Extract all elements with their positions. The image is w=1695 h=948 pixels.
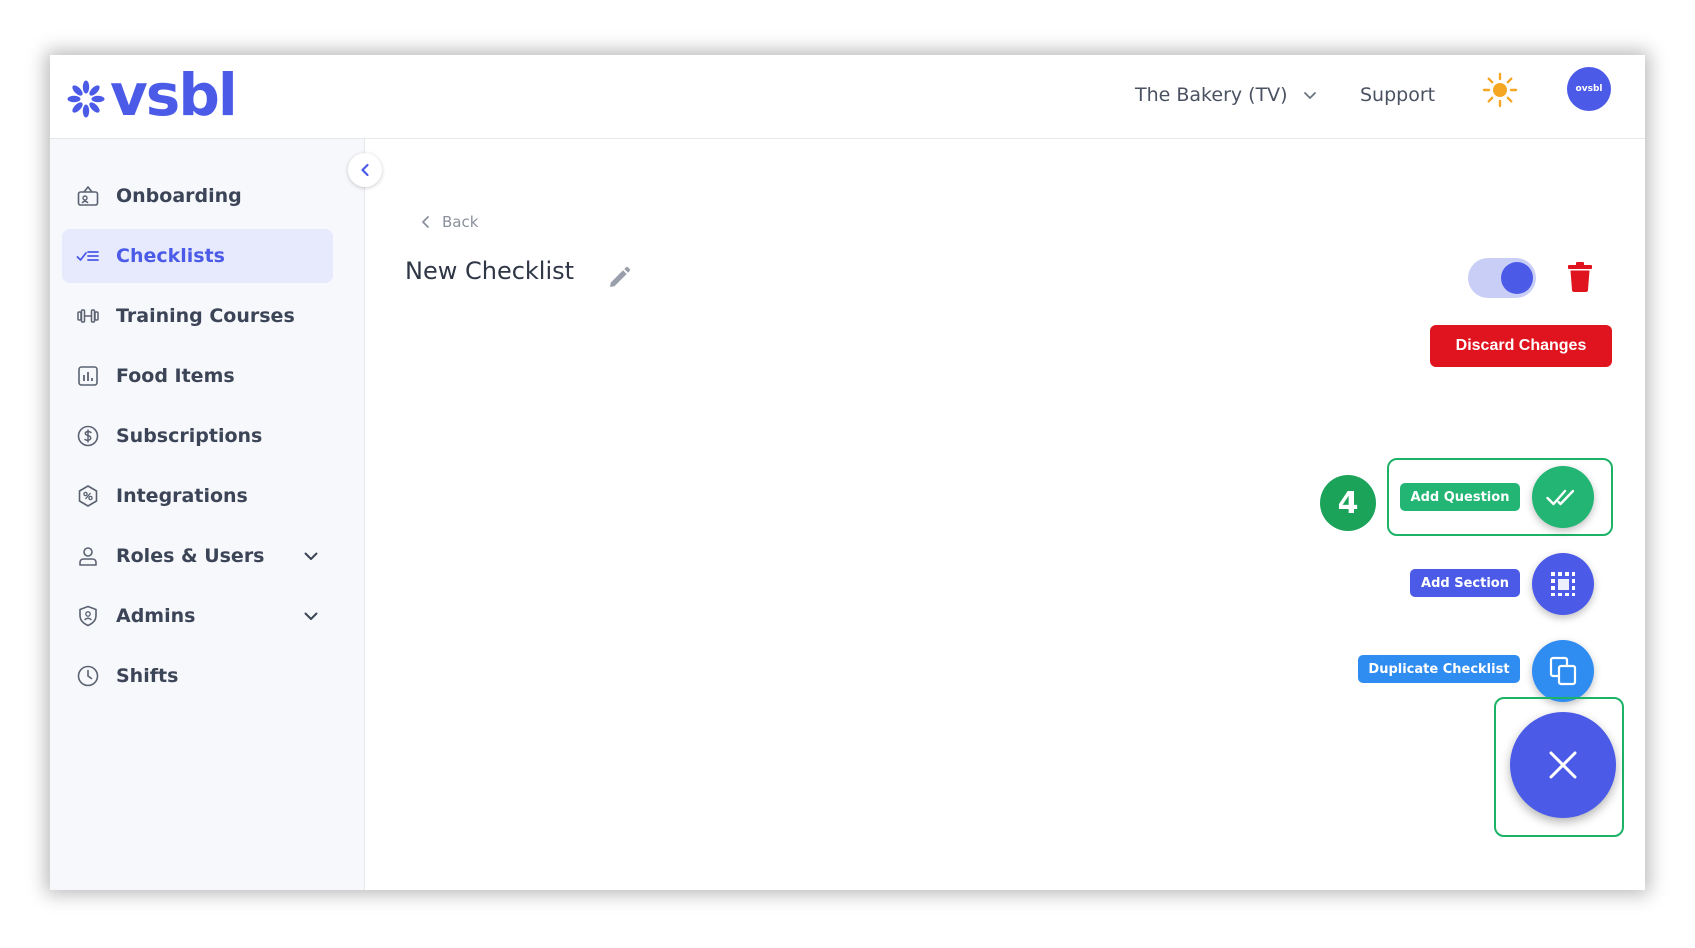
support-link[interactable]: Support	[1360, 75, 1435, 115]
chevron-down-icon[interactable]	[303, 608, 319, 624]
app-window: vsbl The Bakery (TV) Support ovsbl Onboa…	[50, 55, 1645, 890]
sidebar-item-label: Food Items	[116, 365, 235, 387]
sidebar-item-roles-users[interactable]: Roles & Users	[62, 529, 333, 583]
sidebar-item-label: Checklists	[116, 245, 225, 267]
add-section-label[interactable]: Add Section	[1410, 569, 1520, 597]
add-section-button[interactable]	[1532, 553, 1594, 615]
toggle-knob	[1501, 262, 1533, 294]
add-question-button[interactable]	[1532, 466, 1594, 528]
chart-icon	[78, 366, 98, 386]
chevron-left-icon	[361, 163, 369, 177]
sidebar-item-label: Shifts	[116, 665, 179, 687]
sidebar-item-subscriptions[interactable]: Subscriptions	[62, 409, 333, 463]
sidebar-item-food-items[interactable]: Food Items	[62, 349, 333, 403]
step-badge: 4	[1320, 475, 1376, 531]
sidebar-item-label: Admins	[116, 605, 196, 627]
top-header: vsbl The Bakery (TV) Support ovsbl	[50, 55, 1645, 139]
duplicate-checklist-button[interactable]	[1532, 640, 1594, 702]
organization-select[interactable]: The Bakery (TV)	[1135, 75, 1318, 115]
chevron-down-icon	[1303, 92, 1316, 99]
sidebar-item-label: Roles & Users	[116, 545, 265, 567]
sidebar-item-label: Integrations	[116, 485, 248, 507]
collapse-sidebar-button[interactable]	[348, 153, 382, 187]
sun-icon[interactable]	[1482, 72, 1518, 108]
logo-mark-icon	[67, 80, 105, 118]
dumbbell-icon	[77, 309, 99, 323]
sidebar-item-label: Onboarding	[116, 185, 242, 207]
chevron-down-icon[interactable]	[303, 548, 319, 564]
back-label: Back	[442, 213, 479, 231]
pencil-icon[interactable]	[606, 265, 632, 291]
sidebar-item-admins[interactable]: Admins	[62, 589, 333, 643]
sidebar-item-label: Subscriptions	[116, 425, 263, 447]
user-icon	[79, 547, 97, 566]
grid-icon	[1551, 572, 1575, 596]
shield-icon	[79, 605, 97, 627]
discard-changes-button[interactable]: Discard Changes	[1430, 325, 1612, 367]
sidebar: Onboarding Checklists Training Courses F…	[50, 139, 365, 890]
page-title: New Checklist	[405, 257, 575, 285]
double-check-icon	[1546, 489, 1575, 506]
trash-icon[interactable]	[1565, 261, 1595, 293]
add-question-label[interactable]: Add Question	[1400, 483, 1520, 511]
sidebar-item-checklists[interactable]: Checklists	[62, 229, 333, 283]
sidebar-item-training-courses[interactable]: Training Courses	[62, 289, 333, 343]
dollar-icon	[77, 425, 99, 447]
user-avatar[interactable]: ovsbl	[1567, 67, 1611, 111]
checklist-icon	[76, 251, 99, 261]
sidebar-item-shifts[interactable]: Shifts	[62, 649, 333, 703]
sidebar-item-label: Training Courses	[116, 305, 295, 327]
close-icon	[1549, 751, 1577, 779]
onboarding-icon	[77, 185, 99, 206]
logo-text: vsbl	[110, 61, 238, 129]
sidebar-item-onboarding[interactable]: Onboarding	[62, 169, 333, 223]
copy-icon	[1549, 656, 1577, 686]
vsbl-logo[interactable]: vsbl	[66, 61, 238, 129]
clock-icon	[77, 665, 99, 687]
duplicate-checklist-label[interactable]: Duplicate Checklist	[1358, 655, 1520, 683]
integrations-icon	[78, 485, 98, 507]
organization-name: The Bakery (TV)	[1135, 84, 1288, 106]
sidebar-item-integrations[interactable]: Integrations	[62, 469, 333, 523]
active-toggle[interactable]	[1468, 258, 1536, 298]
chevron-left-icon	[422, 216, 429, 228]
back-link[interactable]: Back	[420, 213, 478, 231]
close-fab-button[interactable]	[1510, 712, 1616, 818]
